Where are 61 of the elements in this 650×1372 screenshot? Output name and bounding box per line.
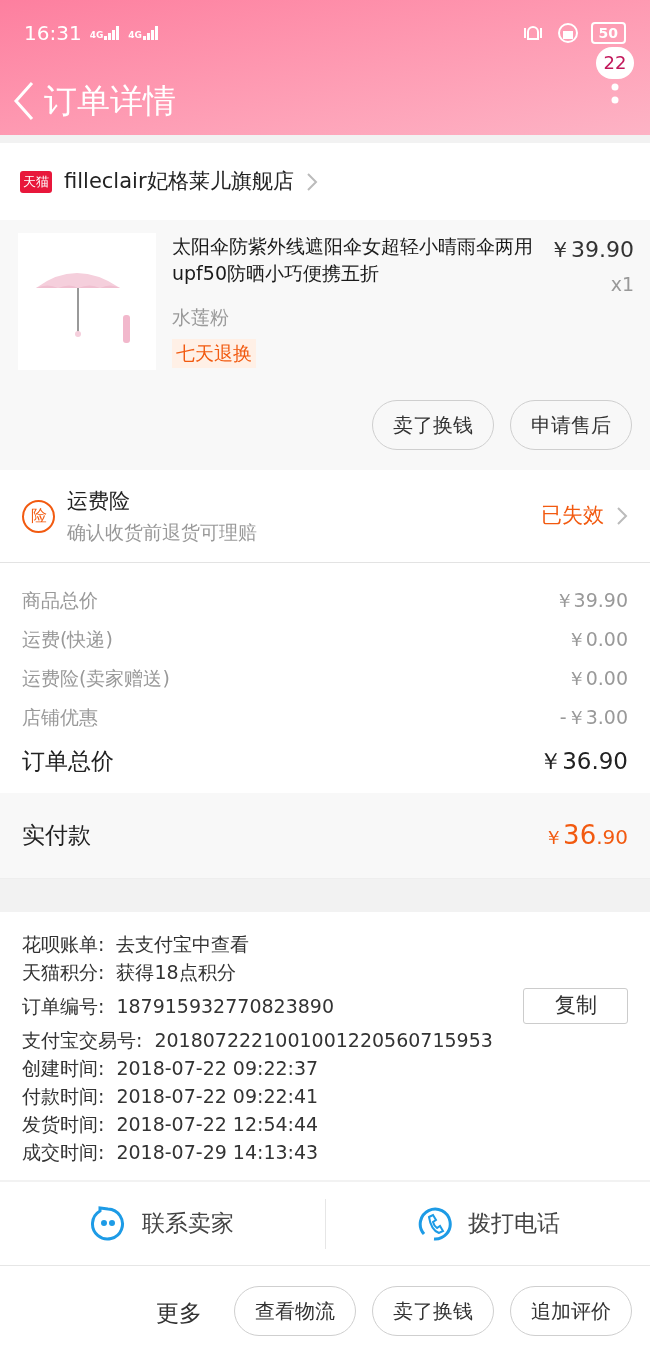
info-value: 去支付宝中查看 xyxy=(116,931,251,957)
price-value: ￥0.00 xyxy=(566,626,628,652)
more-label: 更多 xyxy=(156,1299,202,1328)
info-label: 花呗账单: xyxy=(22,931,105,957)
page-title: 订单详情 xyxy=(44,79,176,122)
chevron-right-icon xyxy=(305,171,318,192)
signal-icon xyxy=(104,26,121,40)
contact-button[interactable]: 联系卖家 xyxy=(0,1198,325,1249)
back-icon[interactable] xyxy=(12,80,36,121)
info-label: 发货时间: xyxy=(22,1111,105,1137)
info-label: 天猫积分: xyxy=(22,959,105,985)
quantity: x1 xyxy=(610,272,634,297)
signal-icon xyxy=(142,26,159,40)
price-label: 店铺优惠 xyxy=(22,704,98,730)
paid-amount: ￥36.90 xyxy=(544,819,628,852)
info-value: 获得18点积分 xyxy=(116,959,237,985)
network-label: 4G xyxy=(128,31,142,40)
message-count-badge: 22 xyxy=(595,46,635,79)
order-total-label: 订单总价 xyxy=(22,746,114,776)
product-title[interactable]: 太阳伞防紫外线遮阳伞女超轻小晴雨伞两用upf50防晒小巧便携五折 xyxy=(172,233,537,299)
info-value: 187915932770823890 xyxy=(116,993,335,1019)
insurance-icon: 险 xyxy=(22,499,55,533)
chevron-right-icon xyxy=(616,506,628,526)
price-value: ￥39.90 xyxy=(554,587,628,613)
order-total-value: ￥36.90 xyxy=(539,746,628,776)
info-label: 创建时间: xyxy=(22,1055,105,1081)
paid-label: 实付款 xyxy=(22,821,91,851)
platform-badge: 天猫 xyxy=(20,170,52,193)
pill-button[interactable]: 卖了换钱 xyxy=(372,1286,494,1336)
pill-button[interactable]: 追加评价 xyxy=(510,1286,632,1336)
chat-face-icon xyxy=(90,1205,127,1242)
info-value: 2018-07-22 12:54:44 xyxy=(116,1111,320,1137)
info-label: 订单编号: xyxy=(22,993,105,1019)
pill-button[interactable]: 申请售后 xyxy=(510,400,632,450)
pill-button[interactable]: 查看物流 xyxy=(234,1286,356,1336)
variant-label: 水莲粉 xyxy=(172,304,230,330)
battery-level: 50 xyxy=(590,22,626,44)
price-value: ￥0.00 xyxy=(566,665,628,691)
more-icon[interactable] xyxy=(611,82,619,105)
info-value: 2018-07-29 14:13:43 xyxy=(116,1139,320,1165)
info-label: 付款时间: xyxy=(22,1083,105,1109)
return-policy-tag: 七天退换 xyxy=(172,339,256,368)
status-time: 16:31 xyxy=(24,20,82,47)
info-value: 2018072221001001220560715953 xyxy=(154,1027,494,1053)
network-label: 4G xyxy=(89,31,104,40)
pill-button[interactable]: 卖了换钱 xyxy=(372,400,494,450)
price-label: 运费(快递) xyxy=(22,626,113,652)
price-label: 运费险(卖家赠送) xyxy=(22,665,170,691)
info-label: 支付宝交易号: xyxy=(22,1027,143,1053)
store-name: filleclair妃格莱儿旗舰店 xyxy=(64,167,294,195)
copy-button[interactable]: 复制 xyxy=(523,988,628,1024)
insurance-title: 运费险 xyxy=(67,488,131,515)
info-label: 成交时间: xyxy=(22,1139,105,1165)
product-price: ￥39.90 xyxy=(549,236,634,264)
insurance-subtitle: 确认收货前退货可理赔 xyxy=(67,519,258,545)
info-value: 2018-07-22 09:22:37 xyxy=(116,1055,320,1081)
price-label: 商品总价 xyxy=(22,587,98,613)
price-value: -￥3.00 xyxy=(559,704,628,730)
info-value: 2018-07-22 09:22:41 xyxy=(116,1083,320,1109)
store-row[interactable]: 天猫 filleclair妃格莱儿旗舰店 xyxy=(0,143,650,220)
contact-button[interactable]: 拨打电话 xyxy=(324,1198,650,1249)
